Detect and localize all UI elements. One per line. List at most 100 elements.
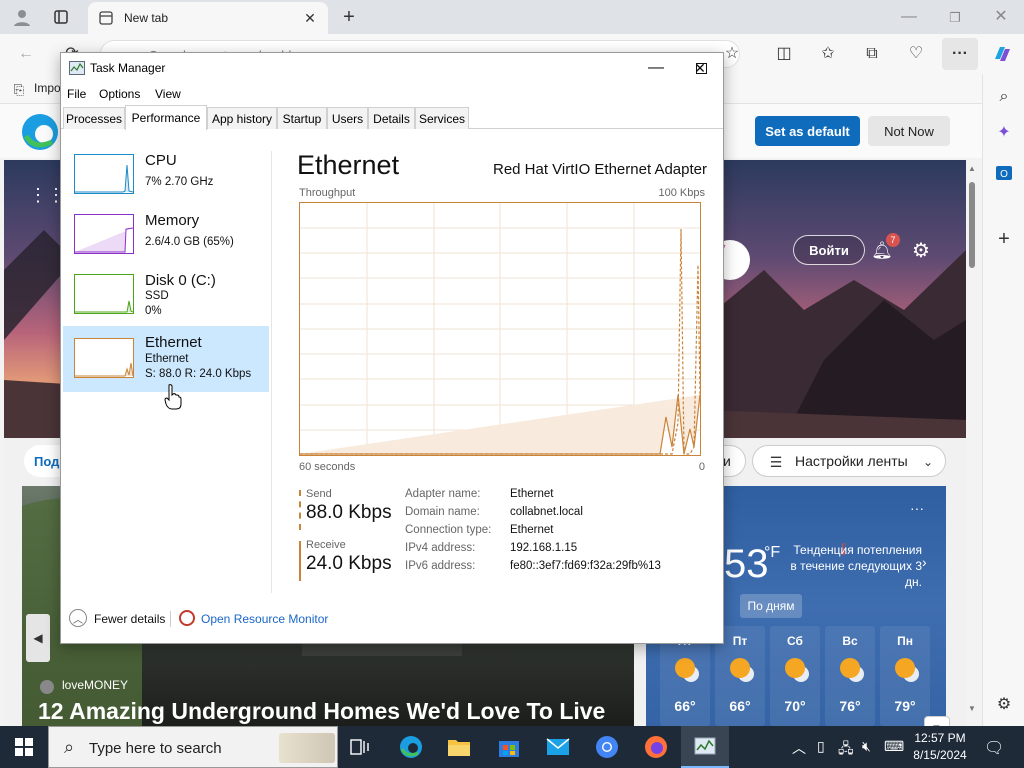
prop-value: 192.168.1.15: [510, 542, 578, 554]
chevron-right-icon[interactable]: ›: [922, 554, 927, 570]
not-now-button[interactable]: Not Now: [868, 116, 950, 146]
browser-essentials-icon[interactable]: ♡: [904, 42, 928, 66]
previous-slide-icon[interactable]: ◀: [26, 614, 50, 662]
forecast-day[interactable]: Вс 76°: [825, 626, 875, 726]
prop-value: fe80::3ef7:fd69:f32a:29fb%13: [510, 560, 661, 572]
resource-name: Memory: [145, 212, 200, 229]
adapter-description: Red Hat VirtIO Ethernet Adapter: [492, 161, 707, 178]
tab-performance[interactable]: Performance: [125, 105, 207, 130]
copilot-icon[interactable]: [988, 40, 1016, 68]
panel-divider: [271, 151, 272, 593]
forecast-temp: 70°: [784, 698, 806, 714]
collections-icon[interactable]: ⧉: [860, 42, 884, 66]
tab-strip: Processes Performance App history Startu…: [61, 105, 723, 130]
send-label: Send: [306, 488, 332, 500]
close-window-icon[interactable]: ✕: [986, 4, 1016, 30]
sidebar-copilot-icon[interactable]: ✦: [991, 120, 1017, 146]
tab-actions-icon[interactable]: [48, 4, 74, 30]
close-tab-icon[interactable]: ✕: [300, 8, 320, 28]
chrome-icon[interactable]: [583, 726, 631, 768]
tab-startup[interactable]: Startup: [277, 107, 327, 129]
minimize-icon[interactable]: —: [894, 4, 924, 30]
close-window-button[interactable]: ✕: [677, 53, 723, 83]
firefox-icon[interactable]: [632, 726, 680, 768]
detail-title: Ethernet: [297, 150, 400, 180]
title-bar[interactable]: Task Manager — ✕: [61, 53, 723, 83]
menu-options[interactable]: Options: [99, 87, 140, 101]
tab-details[interactable]: Details: [368, 107, 415, 129]
apps-grid-icon[interactable]: ⋮⋮: [29, 182, 65, 208]
task-view-icon[interactable]: [336, 726, 384, 768]
news-headline[interactable]: 12 Amazing Underground Homes We'd Love T…: [38, 698, 605, 725]
sidebar-add-icon[interactable]: +: [991, 226, 1017, 252]
resource-ethernet[interactable]: Ethernet Ethernet S: 88.0 R: 24.0 Kbps: [63, 326, 269, 392]
chevron-up-icon[interactable]: ︿: [69, 609, 87, 627]
weather-tab-daily[interactable]: По дням: [740, 594, 802, 618]
menu-file[interactable]: File: [67, 87, 86, 101]
scroll-thumb[interactable]: [969, 182, 975, 268]
taskbar-search[interactable]: ⌕ Type here to search: [48, 726, 338, 768]
minimize-icon[interactable]: —: [633, 53, 679, 83]
partly-cloudy-icon: [785, 658, 805, 678]
import-favorites-link[interactable]: Impo: [34, 81, 61, 95]
page-settings-gear-icon[interactable]: ⚙: [908, 238, 934, 264]
send-legend-line: [299, 490, 301, 530]
memory-sparkline: [74, 214, 134, 254]
resource-name: Disk 0 (C:): [145, 272, 216, 289]
clock-date: 8/15/2024: [913, 748, 967, 762]
mail-icon[interactable]: [534, 726, 582, 768]
network-icon[interactable]: 🖧︎: [838, 738, 854, 762]
clock[interactable]: 12:57 PM 8/15/2024: [905, 730, 975, 764]
tab-users[interactable]: Users: [327, 107, 368, 129]
sidebar-outlook-icon[interactable]: O: [991, 160, 1017, 186]
fewer-details-link[interactable]: Fewer details: [94, 612, 165, 626]
set-as-default-button[interactable]: Set as default: [755, 116, 860, 146]
show-hidden-icons-icon[interactable]: ︿: [792, 738, 806, 758]
file-explorer-icon[interactable]: [435, 726, 483, 768]
forecast-day-name: Вс: [842, 634, 858, 648]
keyboard-icon[interactable]: ⌨: [884, 738, 904, 755]
volume-muted-icon[interactable]: 🔇︎: [862, 738, 871, 755]
weather-more-icon[interactable]: ···: [910, 500, 924, 516]
sign-in-button[interactable]: Войти: [793, 235, 865, 265]
pin-icon[interactable]: ⧉: [924, 716, 950, 726]
open-resource-monitor-link[interactable]: Open Resource Monitor: [201, 612, 328, 626]
tab-services[interactable]: Services: [415, 107, 469, 129]
more-options-icon[interactable]: ···: [942, 38, 978, 70]
resource-monitor-icon[interactable]: [179, 610, 195, 626]
start-button[interactable]: [0, 726, 48, 768]
sidebar-settings-icon[interactable]: ⚙: [991, 692, 1017, 718]
notifications-icon[interactable]: 🗨︎: [984, 738, 1004, 758]
partly-cloudy-icon: [895, 658, 915, 678]
prop-key: IPv4 address:: [405, 542, 476, 554]
favorites-icon[interactable]: ✩: [816, 42, 840, 66]
sidebar-search-icon[interactable]: ⌕: [991, 84, 1017, 110]
tab-title: New tab: [124, 11, 169, 25]
back-icon[interactable]: ←: [14, 42, 38, 66]
tab-processes[interactable]: Processes: [63, 107, 125, 129]
page-scrollbar[interactable]: ▲ ▼: [966, 164, 978, 724]
news-source: loveMONEY: [62, 678, 129, 692]
battery-icon[interactable]: ▯: [817, 738, 825, 755]
feed-settings-button[interactable]: ☰ Настройки ленты ⌄: [752, 445, 946, 477]
menu-view[interactable]: View: [155, 87, 181, 101]
restore-icon[interactable]: ❐: [940, 4, 970, 30]
microsoft-store-icon[interactable]: [485, 726, 533, 768]
forecast-day[interactable]: Сб 70°: [770, 626, 820, 726]
resource-memory[interactable]: Memory 2.6/4.0 GB (65%): [63, 204, 269, 264]
tab-app-history[interactable]: App history: [207, 107, 277, 129]
sliders-icon: ☰: [769, 454, 783, 470]
resource-disk[interactable]: Disk 0 (C:) SSD 0%: [63, 264, 269, 324]
forecast-day[interactable]: Пн 79°: [880, 626, 930, 726]
scroll-down-icon[interactable]: ▼: [968, 704, 976, 713]
edge-taskbar-icon[interactable]: [387, 726, 435, 768]
profile-icon[interactable]: [8, 4, 36, 30]
new-tab-icon[interactable]: +: [336, 4, 362, 30]
scroll-up-icon[interactable]: ▲: [968, 164, 976, 173]
browser-tab[interactable]: New tab ✕: [88, 2, 328, 34]
resource-cpu[interactable]: CPU 7% 2.70 GHz: [63, 144, 269, 204]
task-manager-taskbar-icon[interactable]: [681, 726, 729, 768]
split-screen-icon[interactable]: ◫: [772, 42, 796, 66]
time-span-label: 60 seconds: [299, 461, 356, 473]
receive-value: 24.0 Kbps: [306, 553, 392, 574]
